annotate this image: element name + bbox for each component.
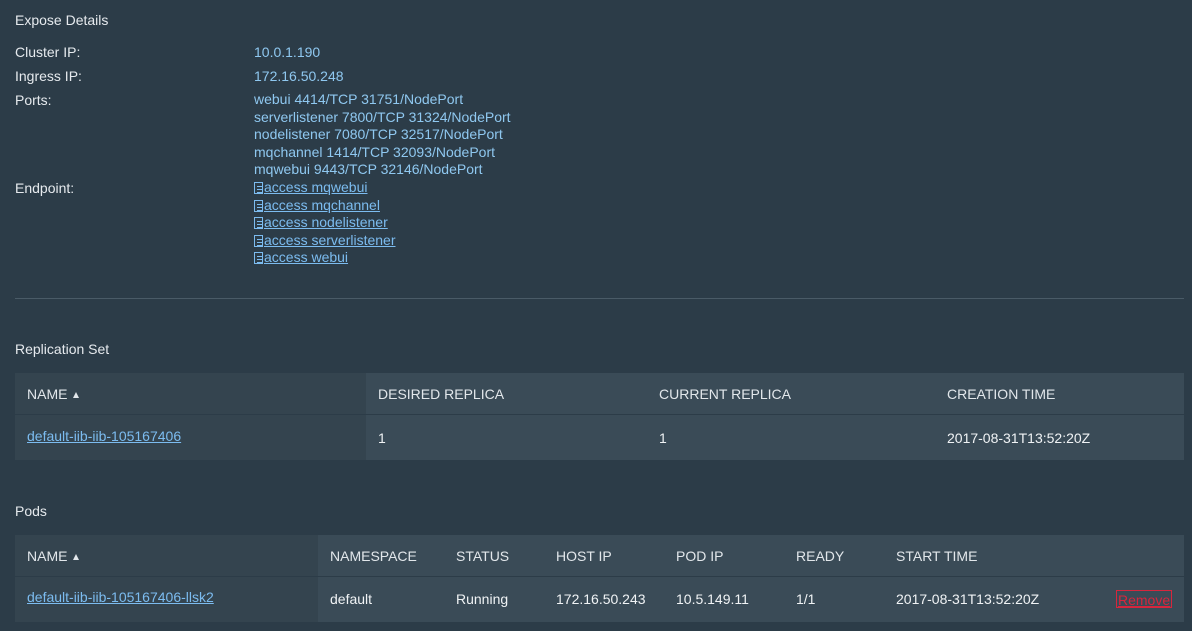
column-header-label: NAME	[27, 386, 68, 402]
document-icon	[254, 217, 263, 230]
endpoint-link-webui[interactable]: access webui	[254, 249, 348, 265]
column-header-start-time: START TIME	[896, 548, 978, 564]
section-divider	[15, 298, 1184, 299]
document-icon	[254, 199, 263, 212]
cluster-ip-value: 10.0.1.190	[254, 44, 321, 60]
sort-ascending-icon	[73, 554, 80, 560]
expose-details-title: Expose Details	[15, 12, 109, 28]
column-header-status: STATUS	[456, 548, 510, 564]
document-icon	[254, 182, 263, 194]
endpoint-link-mqwebui[interactable]: access mqwebui	[254, 179, 368, 195]
remove-button[interactable]: Remove	[1116, 590, 1173, 608]
cluster-ip-label: Cluster IP:	[15, 44, 81, 60]
port-entry: serverlistener 7800/TCP 31324/NodePort	[254, 108, 511, 125]
endpoint-link-nodelistener[interactable]: access nodelistener	[254, 214, 388, 230]
pod-name-link[interactable]: default-iib-iib-105167406-llsk2	[27, 589, 214, 605]
replication-set-title: Replication Set	[15, 341, 110, 357]
endpoint-label: Endpoint:	[15, 180, 75, 196]
document-icon	[254, 234, 263, 247]
table-row: default-iib-iib-105167406-llsk2 default …	[15, 577, 1184, 622]
desired-replica-value: 1	[378, 430, 386, 446]
column-header-namespace: NAMESPACE	[330, 548, 417, 564]
endpoint-list: access mqwebui access mqchannel access n…	[254, 179, 396, 267]
pods-title: Pods	[15, 503, 47, 519]
ready-value: 1/1	[796, 591, 816, 607]
namespace-value: default	[330, 591, 373, 607]
column-header-host-ip: HOST IP	[556, 548, 612, 564]
endpoint-link-label: access serverlistener	[264, 231, 396, 248]
port-entry: mqwebui 9443/TCP 32146/NodePort	[254, 161, 483, 178]
pods-table: NAME NAMESPACE STATUS HOST IP POD IP REA…	[15, 535, 1184, 622]
endpoint-link-serverlistener[interactable]: access serverlistener	[254, 232, 396, 248]
column-header-name[interactable]: NAME	[27, 386, 80, 402]
pod-ip-value: 10.5.149.11	[676, 591, 749, 607]
ports-list: webui 4414/TCP 31751/NodePort serverlist…	[254, 91, 511, 179]
column-header-ready: READY	[796, 548, 845, 564]
replication-set-table: NAME DESIRED REPLICA CURRENT REPLICA CRE…	[15, 373, 1184, 460]
endpoint-link-label: access mqchannel	[264, 196, 380, 213]
start-time-value: 2017-08-31T13:52:20Z	[896, 591, 1040, 607]
column-header-label: NAME	[27, 548, 68, 564]
column-header-current-replica: CURRENT REPLICA	[659, 386, 791, 402]
column-header-name[interactable]: NAME	[27, 548, 80, 564]
creation-time-value: 2017-08-31T13:52:20Z	[947, 430, 1091, 446]
ingress-ip-value: 172.16.50.248	[254, 68, 344, 84]
ingress-ip-label: Ingress IP:	[15, 68, 82, 84]
port-entry: nodelistener 7080/TCP 32517/NodePort	[254, 126, 503, 143]
endpoint-link-label: access nodelistener	[264, 214, 388, 231]
status-value: Running	[456, 591, 509, 607]
sort-ascending-icon	[73, 392, 80, 398]
port-entry: webui 4414/TCP 31751/NodePort	[254, 91, 464, 107]
document-icon	[254, 252, 263, 265]
column-header-pod-ip: POD IP	[676, 548, 724, 564]
table-header-row: NAME DESIRED REPLICA CURRENT REPLICA CRE…	[15, 373, 1184, 414]
ports-label: Ports:	[15, 92, 52, 108]
endpoint-link-label: access mqwebui	[264, 179, 368, 195]
column-header-creation-time: CREATION TIME	[947, 386, 1056, 402]
column-header-desired-replica: DESIRED REPLICA	[378, 386, 505, 402]
host-ip-value: 172.16.50.243	[556, 591, 646, 607]
port-entry: mqchannel 1414/TCP 32093/NodePort	[254, 143, 496, 160]
table-row: default-iib-iib-105167406 1 1 2017-08-31…	[15, 415, 1184, 460]
replica-set-name-link[interactable]: default-iib-iib-105167406	[27, 428, 181, 444]
endpoint-link-label: access webui	[264, 249, 349, 266]
endpoint-link-mqchannel[interactable]: access mqchannel	[254, 197, 380, 213]
table-header-row: NAME NAMESPACE STATUS HOST IP POD IP REA…	[15, 535, 1184, 576]
current-replica-value: 1	[659, 430, 667, 446]
